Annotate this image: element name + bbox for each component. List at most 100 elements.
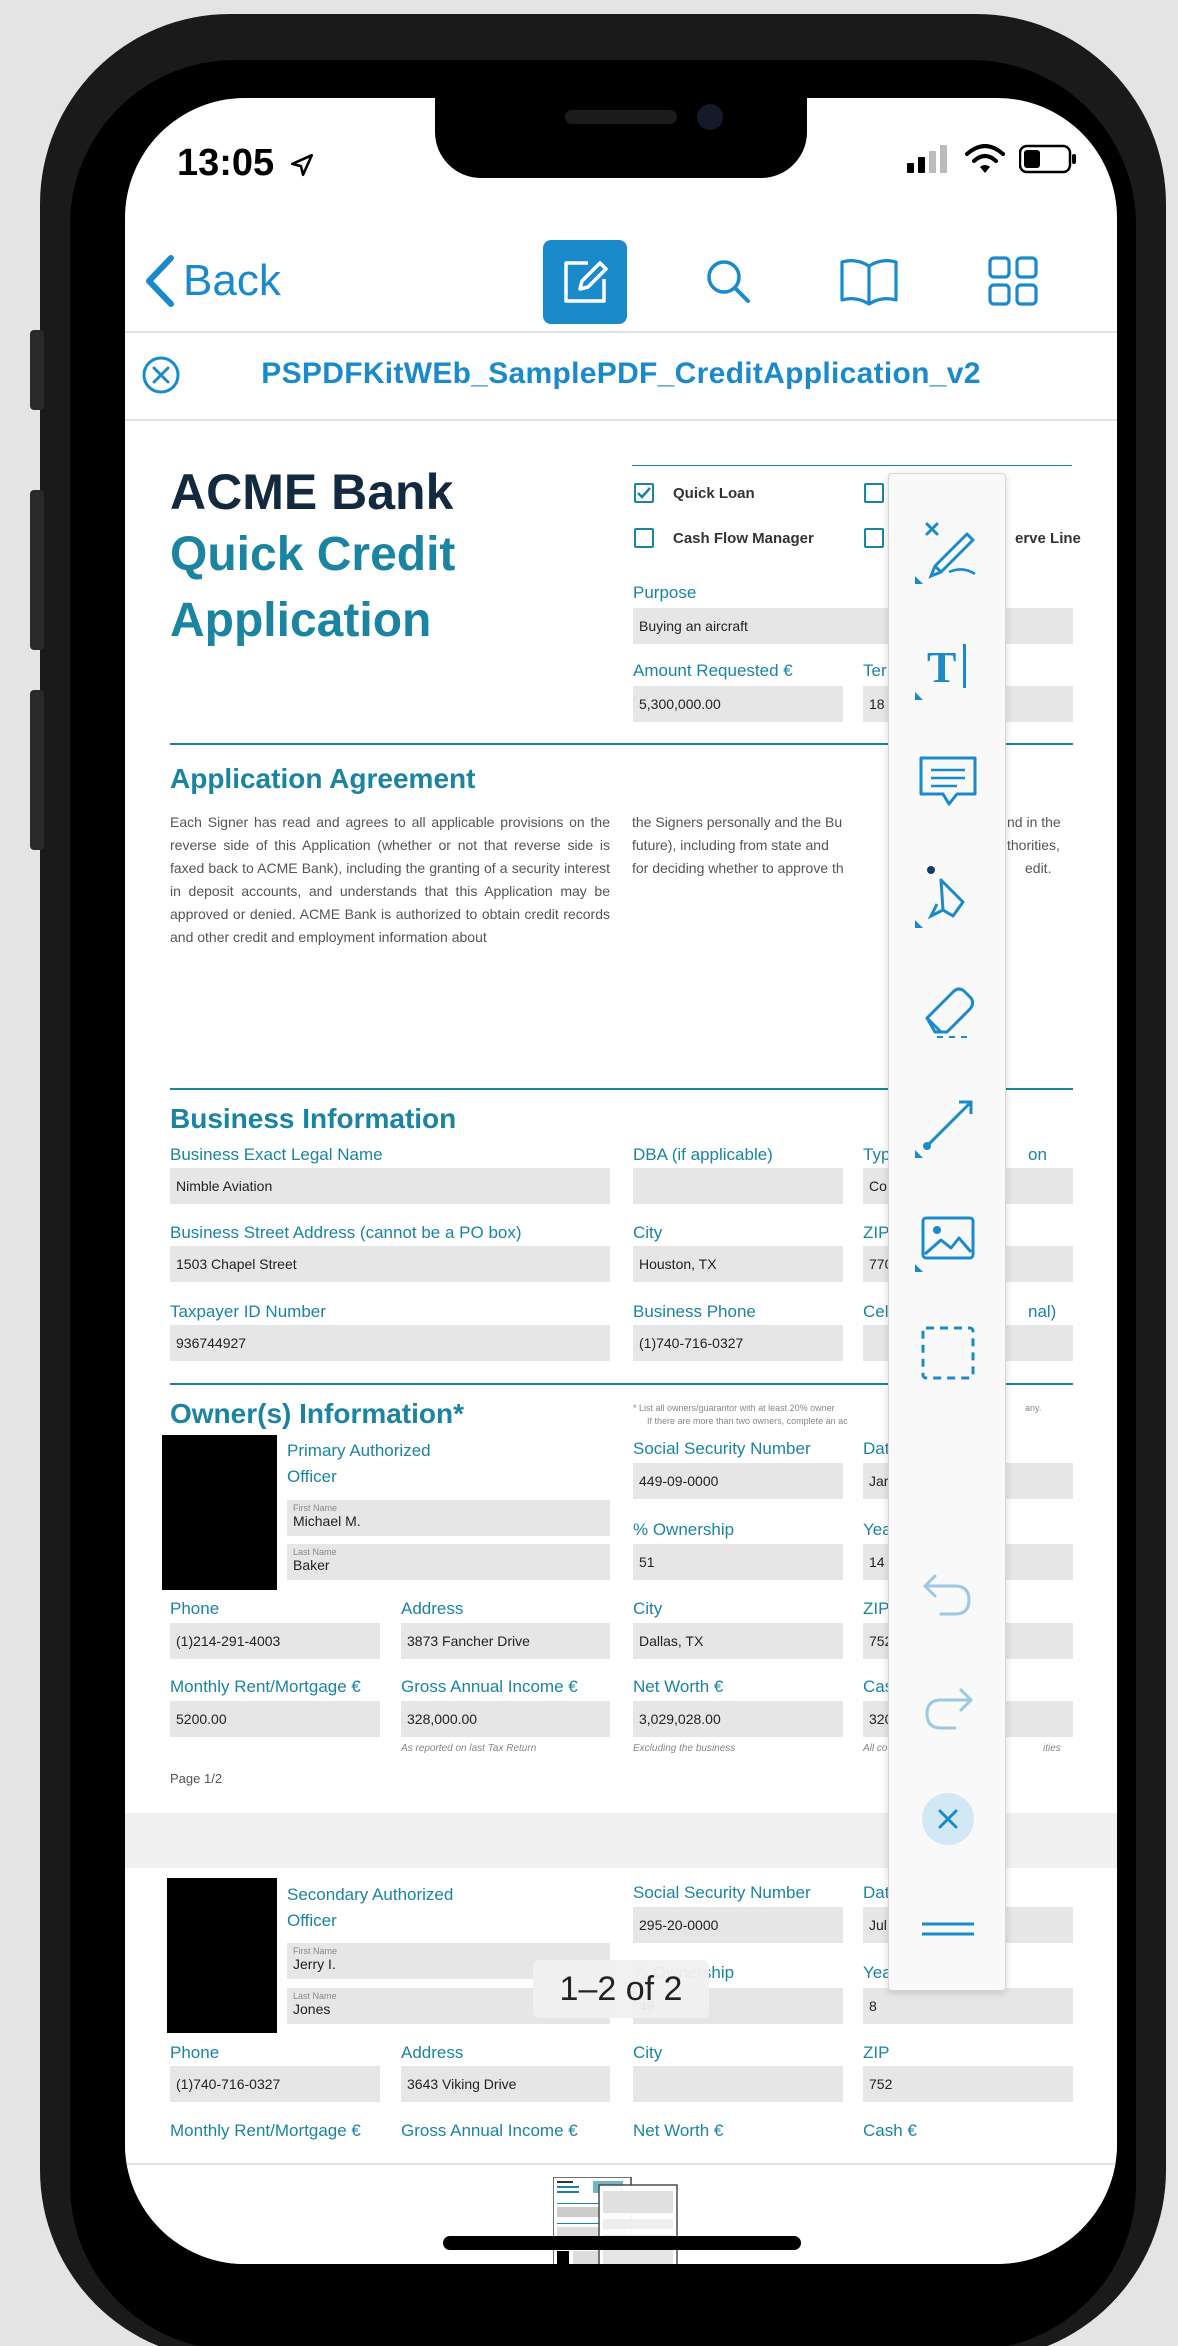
- cash-note-b: ities: [1043, 1743, 1061, 1754]
- redo-button[interactable]: [903, 1660, 993, 1750]
- primary-address-field[interactable]: 3873 Fancher Drive: [401, 1623, 610, 1659]
- image-tool-button[interactable]: [903, 1194, 993, 1284]
- secondary-city-field[interactable]: [633, 2066, 843, 2102]
- grid-icon: [988, 256, 1038, 306]
- selection-tool-button[interactable]: [903, 1308, 993, 1398]
- status-indicators: [907, 144, 1077, 174]
- note-tool-button[interactable]: [903, 736, 993, 826]
- redo-icon: [925, 1688, 973, 1730]
- mute-switch: [30, 330, 44, 410]
- checkbox-top-right[interactable]: [864, 483, 884, 503]
- close-annotation-toolbar-button[interactable]: [903, 1774, 993, 1864]
- signal-icon: [907, 145, 947, 173]
- search-button[interactable]: [693, 246, 763, 316]
- bank-name: ACME Bank: [170, 464, 454, 520]
- primary-label-l2: Officer: [287, 1467, 337, 1486]
- signature-tool-button[interactable]: [903, 506, 993, 596]
- primary-first-name-field[interactable]: First Name Michael M.: [287, 1500, 610, 1536]
- agreement-col2-l1b: nd in the: [1007, 814, 1061, 830]
- annotate-button[interactable]: [543, 240, 627, 324]
- owners-note-l2: If there are more than two owners, compl…: [647, 1416, 848, 1426]
- primary-networth-field[interactable]: 3,029,028.00: [633, 1701, 843, 1737]
- term-label: Ter: [863, 661, 887, 680]
- city-field[interactable]: Houston, TX: [633, 1246, 843, 1282]
- secondary-photo-redacted: [167, 1878, 277, 2033]
- eraser-icon: [925, 987, 975, 1038]
- legal-name-field[interactable]: Nimble Aviation: [170, 1168, 610, 1204]
- form-title-line2: Application: [170, 594, 432, 647]
- undo-button[interactable]: [903, 1546, 993, 1636]
- business-phone-field[interactable]: (1)740-716-0327: [633, 1325, 843, 1361]
- primary-phone-field[interactable]: (1)214-291-4003: [170, 1623, 380, 1659]
- comment-icon: [919, 756, 977, 806]
- text-tool-button[interactable]: T: [903, 622, 993, 712]
- chevron-left-icon: [146, 255, 174, 307]
- book-icon: [840, 259, 898, 306]
- primary-ssn-field[interactable]: 449-09-0000: [633, 1463, 843, 1499]
- business-phone-label: Business Phone: [633, 1302, 756, 1321]
- edit-pencil-icon: [564, 261, 608, 303]
- secondary-zip-field[interactable]: 752: [863, 2066, 1073, 2102]
- ink-highlighter-tool-button[interactable]: [903, 850, 993, 940]
- text-tool-icon: T: [915, 643, 966, 700]
- status-time: 13:05: [177, 142, 315, 185]
- secondary-address-field[interactable]: 3643 Viking Drive: [401, 2066, 610, 2102]
- secondary-city-label: City: [633, 2043, 663, 2062]
- quick-loan-label: Quick Loan: [673, 485, 755, 502]
- cash-flow-label: Cash Flow Manager: [673, 530, 814, 547]
- secondary-ssn-field[interactable]: 295-20-0000: [633, 1907, 843, 1943]
- page-indicator: 1–2 of 2: [533, 1960, 709, 2018]
- type-label-b: on: [1028, 1145, 1047, 1164]
- primary-income-label: Gross Annual Income €: [401, 1677, 578, 1696]
- secondary-label-l2: Officer: [287, 1911, 337, 1930]
- thumbnails-grid-button[interactable]: [978, 246, 1048, 316]
- secondary-label-l1: Secondary Authorized: [287, 1885, 454, 1904]
- primary-last-name-field[interactable]: Last Name Baker: [287, 1544, 610, 1580]
- dba-field[interactable]: [633, 1168, 843, 1204]
- primary-city-field[interactable]: Dallas, TX: [633, 1623, 843, 1659]
- secondary-ssn-label: Social Security Number: [633, 1883, 811, 1902]
- agreement-title: Application Agreement: [170, 763, 476, 794]
- reserve-line-label: erve Line: [1015, 530, 1081, 547]
- cash-flow-checkbox[interactable]: [634, 528, 654, 548]
- primary-networth-label: Net Worth €: [633, 1677, 724, 1696]
- back-button[interactable]: Back: [145, 248, 281, 314]
- back-label: Back: [183, 256, 281, 305]
- street-label: Business Street Address (cannot be a PO …: [170, 1223, 522, 1242]
- legal-name-label: Business Exact Legal Name: [170, 1145, 383, 1164]
- secondary-networth-label: Net Worth €: [633, 2121, 724, 2140]
- quick-loan-checkbox[interactable]: [634, 483, 654, 503]
- secondary-dob-label: Dat: [863, 1883, 890, 1902]
- amount-field[interactable]: 5,300,000.00: [633, 686, 843, 722]
- secondary-years-field[interactable]: 8: [863, 1988, 1073, 2024]
- amount-label: Amount Requested €: [633, 661, 793, 680]
- svg-text:T: T: [927, 643, 956, 692]
- purpose-field[interactable]: Buying an aircraft: [633, 608, 1073, 644]
- secondary-income-label: Gross Annual Income €: [401, 2121, 578, 2140]
- primary-city-label: City: [633, 1599, 663, 1618]
- dba-label: DBA (if applicable): [633, 1145, 773, 1164]
- line-arrow-icon: [915, 1100, 973, 1158]
- eraser-tool-button[interactable]: [903, 964, 993, 1054]
- toolbar-drag-handle[interactable]: [903, 1884, 993, 1974]
- line-tool-button[interactable]: [903, 1080, 993, 1170]
- owners-title: Owner(s) Information*: [170, 1398, 465, 1429]
- secondary-address-label: Address: [401, 2043, 464, 2062]
- reserve-line-checkbox[interactable]: [864, 528, 884, 548]
- owners-note-l1b: any.: [1025, 1403, 1042, 1413]
- cell-label: Cel: [863, 1302, 889, 1321]
- secondary-phone-field[interactable]: (1)740-716-0327: [170, 2066, 380, 2102]
- last-name-value: Baker: [293, 1557, 330, 1573]
- street-field[interactable]: 1503 Chapel Street: [170, 1246, 610, 1282]
- outline-button[interactable]: [834, 246, 904, 316]
- primary-phone-label: Phone: [170, 1599, 220, 1618]
- primary-income-field[interactable]: 328,000.00: [401, 1701, 610, 1737]
- agreement-col2-l2b: thorities,: [1007, 837, 1060, 853]
- agreement-col1: Each Signer has read and agrees to all a…: [170, 814, 610, 945]
- image-icon: [915, 1216, 975, 1272]
- networth-note: Excluding the business: [633, 1743, 736, 1754]
- primary-rent-field[interactable]: 5200.00: [170, 1701, 380, 1737]
- tax-id-field[interactable]: 936744927: [170, 1325, 610, 1361]
- primary-ownership-field[interactable]: 51: [633, 1544, 843, 1580]
- page-thumbnails[interactable]: [553, 2177, 683, 2264]
